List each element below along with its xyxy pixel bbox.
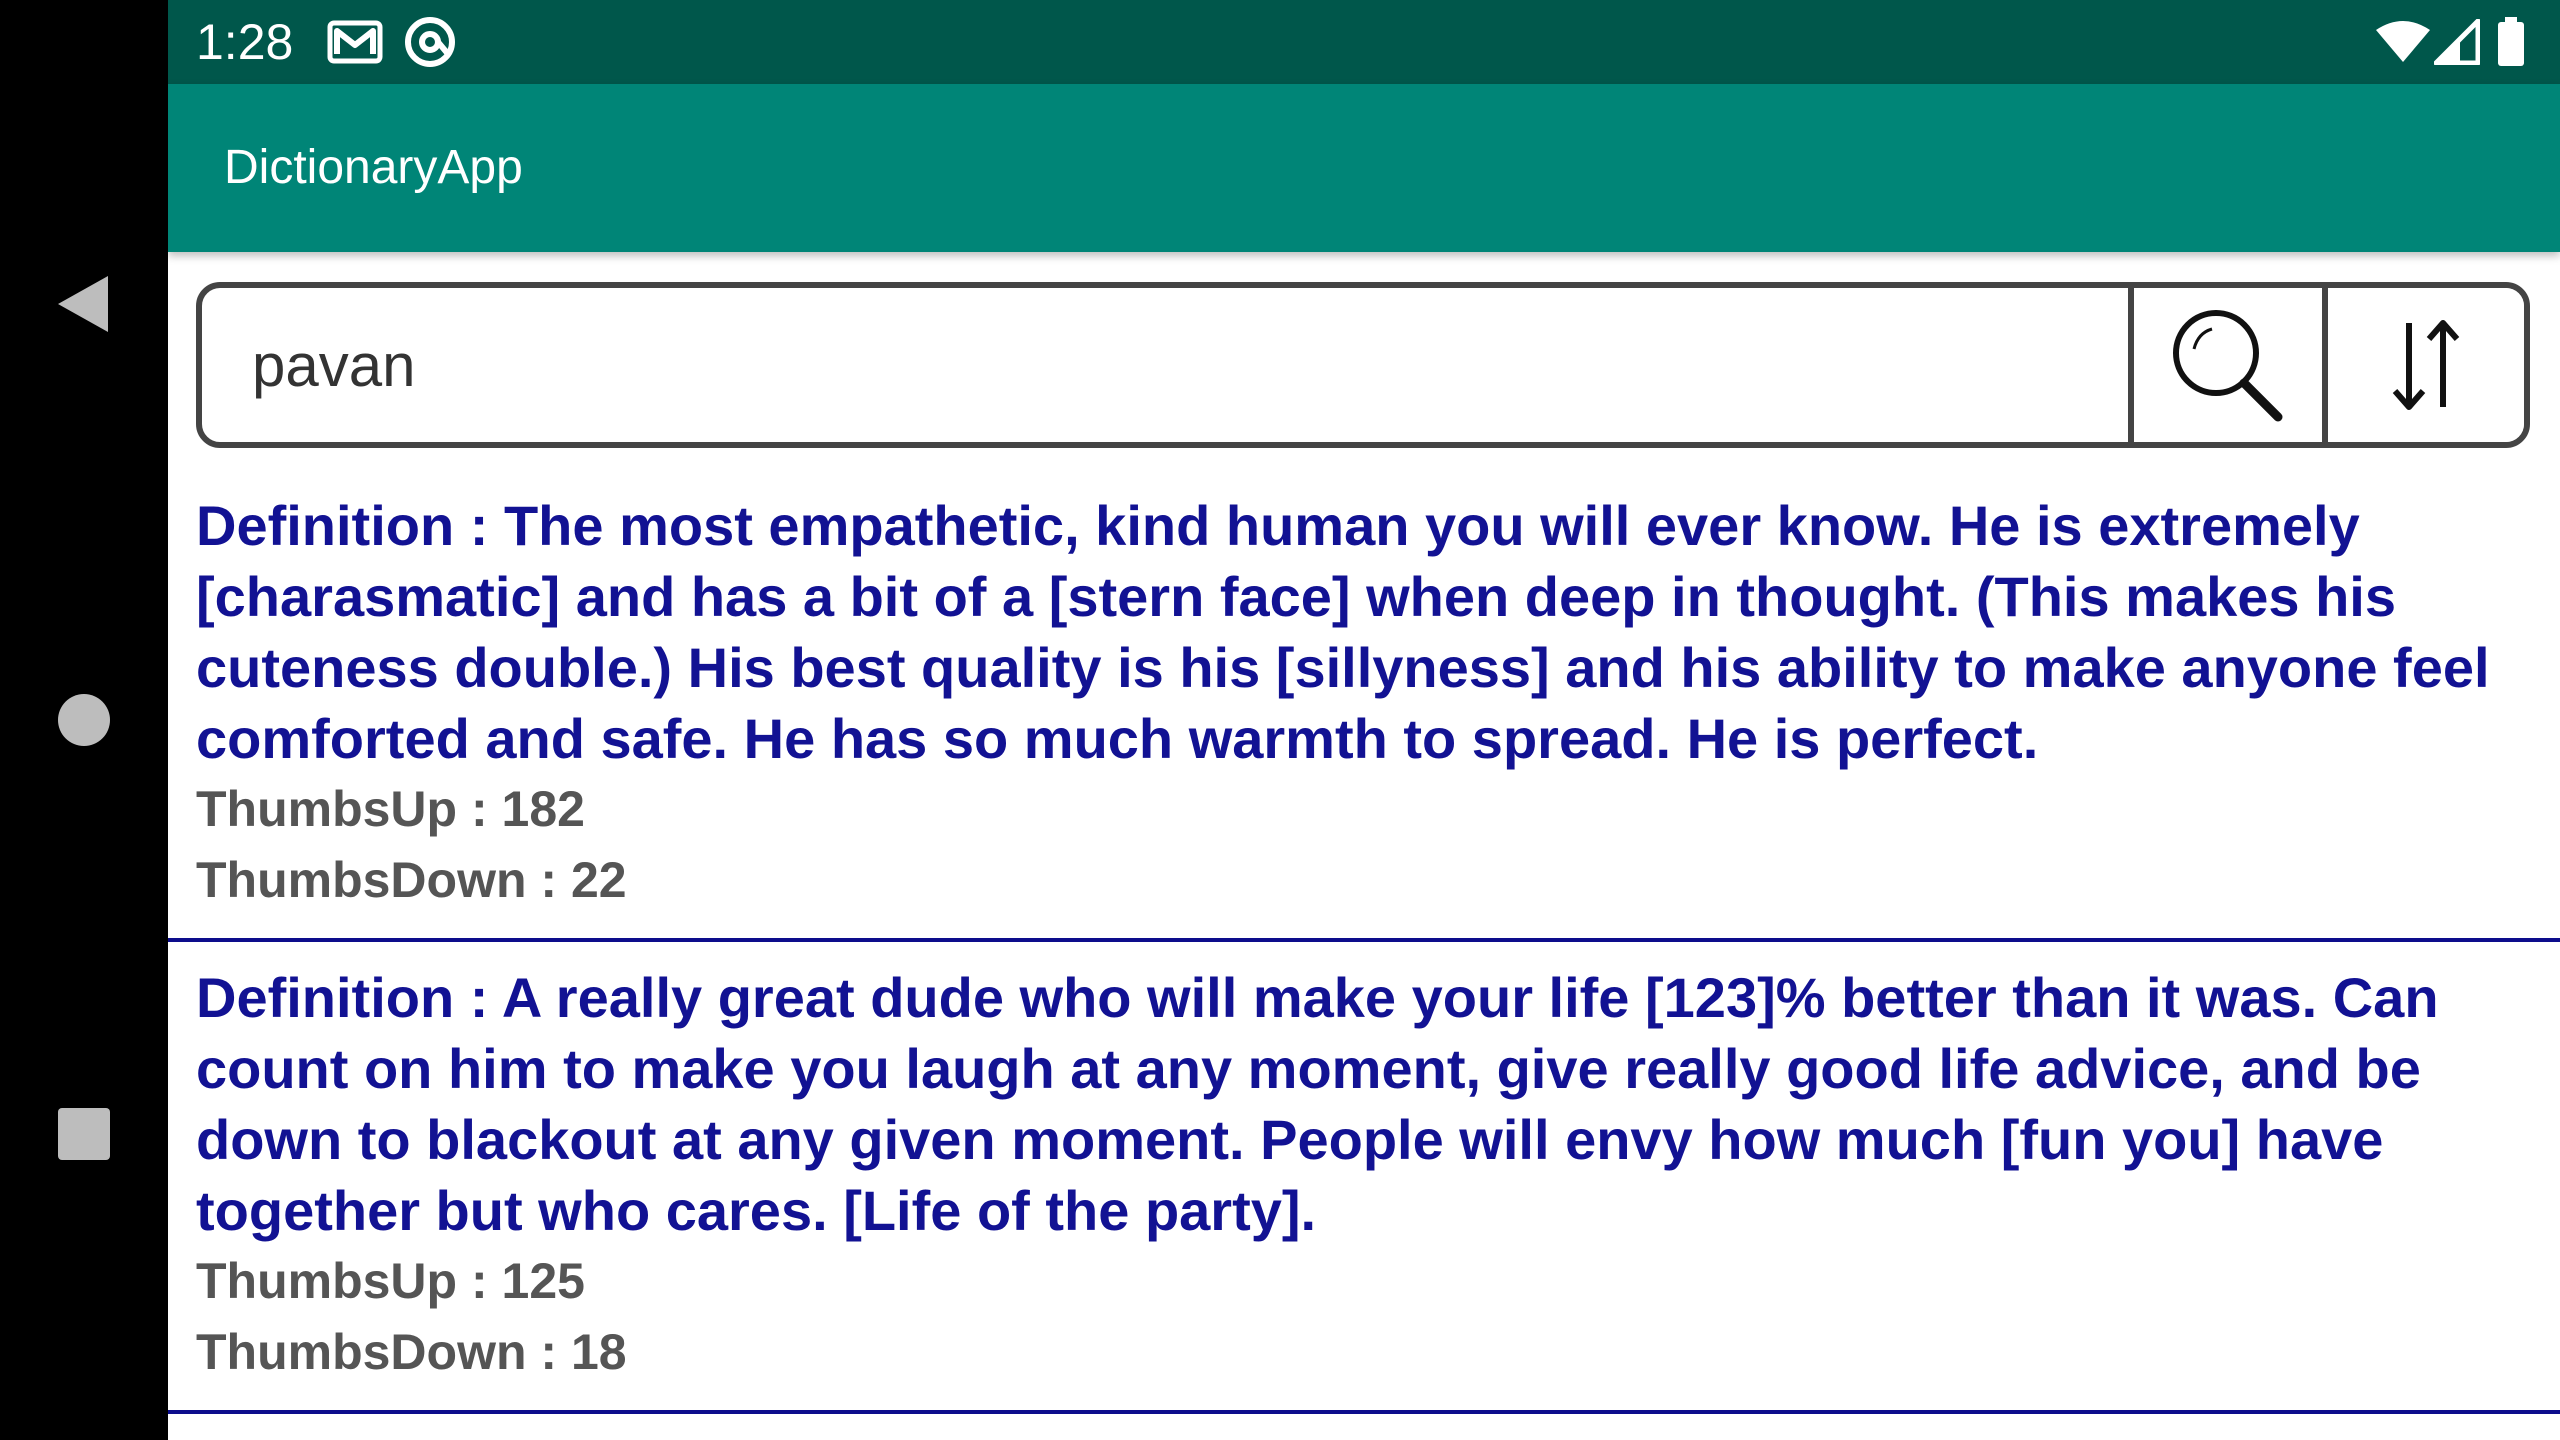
home-icon	[58, 694, 110, 746]
thumbs-down-count: ThumbsDown : 22	[196, 852, 627, 908]
battery-icon	[2494, 17, 2528, 66]
list-item[interactable]: Definition : The most empathetic, kind h…	[168, 470, 2560, 942]
recents-button[interactable]	[34, 1084, 134, 1184]
list-item[interactable]: Definition : A really great dude who wil…	[168, 942, 2560, 1414]
system-nav-bar	[0, 0, 168, 1440]
app-title: DictionaryApp	[224, 141, 523, 194]
definition-label: Definition :	[196, 494, 504, 557]
definition-body: A really great dude who will make your l…	[196, 966, 2439, 1242]
home-button[interactable]	[34, 670, 134, 770]
back-button[interactable]	[34, 254, 134, 354]
thumbs-up-count: ThumbsUp : 125	[196, 1253, 585, 1309]
definition-text: Definition : A really great dude who wil…	[196, 962, 2532, 1246]
thumbs-down-count: ThumbsDown : 18	[196, 1324, 627, 1380]
status-bar: 1:28	[168, 0, 2560, 84]
recents-icon	[58, 1108, 110, 1160]
search-icon	[2173, 310, 2283, 422]
app-bar: DictionaryApp	[168, 84, 2560, 252]
app-screen: 1:28 DictionaryApp pavan Definition: Th…	[168, 0, 2560, 1440]
gmail-icon	[326, 18, 384, 66]
sort-icon	[2392, 320, 2460, 410]
status-time: 1:28	[196, 14, 294, 70]
definition-label: Definition :	[196, 966, 502, 1029]
definition-text: Definition : The most empathetic, kind h…	[196, 490, 2532, 774]
search-input[interactable]	[202, 288, 2128, 442]
definition-body: The most empathetic, kind human you will…	[196, 494, 2490, 770]
signal-icon	[2434, 18, 2480, 66]
wifi-icon	[2374, 18, 2432, 66]
sort-button[interactable]	[2328, 288, 2524, 442]
at-sign-icon	[404, 17, 456, 67]
thumbs-up-count: ThumbsUp : 182	[196, 781, 585, 837]
results-list: Definition : The most empathetic, kind h…	[168, 470, 2560, 1414]
search-box	[196, 282, 2530, 448]
search-button[interactable]	[2128, 288, 2328, 442]
back-icon	[58, 276, 108, 332]
